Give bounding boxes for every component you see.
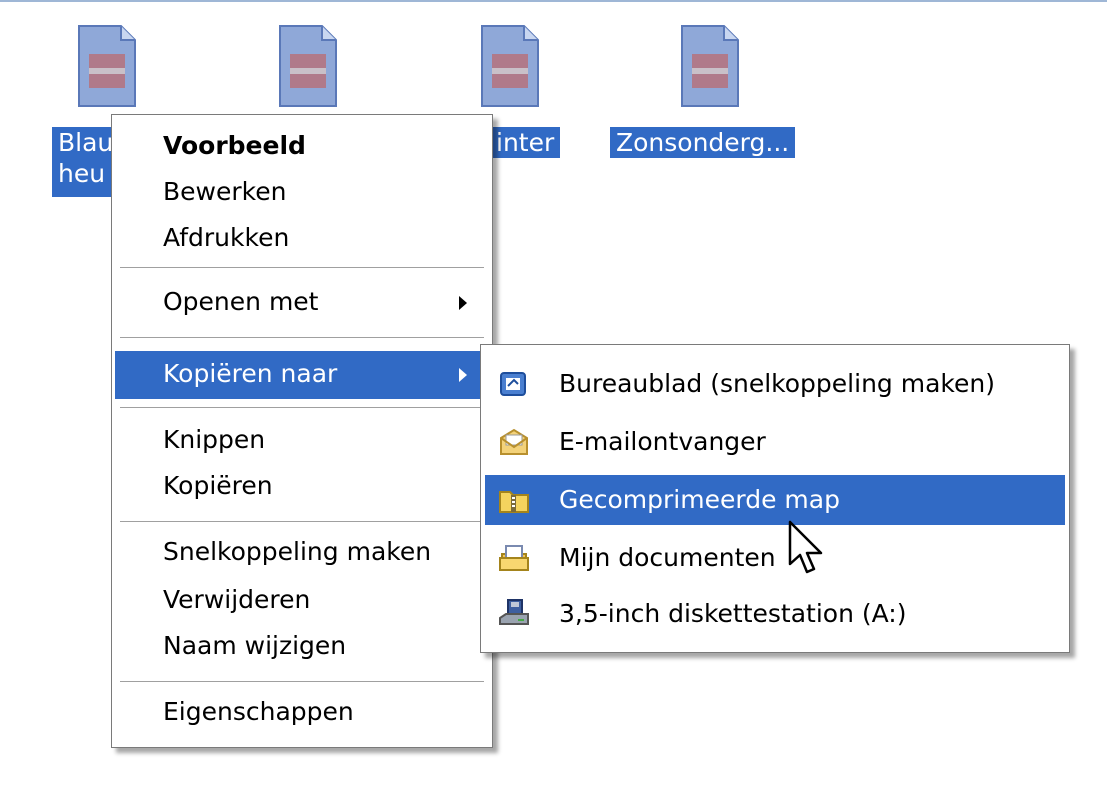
image-file-icon xyxy=(681,25,739,107)
menu-separator xyxy=(120,407,484,409)
desktop-shortcut-icon xyxy=(498,368,530,400)
submenu-item-label: E-mailontvanger xyxy=(559,427,766,456)
menu-item-verwijderen[interactable]: Verwijderen xyxy=(115,583,489,625)
context-menu: Voorbeeld Bewerken Afdrukken Openen met … xyxy=(111,114,493,748)
menu-separator xyxy=(120,681,484,683)
mail-envelope-icon xyxy=(498,426,530,458)
menu-separator xyxy=(120,337,484,339)
submenu-item-diskettestation[interactable]: 3,5-inch diskettestation (A:) xyxy=(485,589,1065,639)
menu-item-label: Bewerken xyxy=(163,177,287,206)
image-file-icon xyxy=(481,25,539,107)
file-icon-2[interactable] xyxy=(276,24,340,110)
zip-folder-icon xyxy=(498,484,530,516)
submenu-item-label: Gecomprimeerde map xyxy=(559,485,840,514)
menu-item-label: Afdrukken xyxy=(163,223,290,252)
file-label-line2: heu xyxy=(58,159,106,188)
menu-item-voorbeeld[interactable]: Voorbeeld xyxy=(115,129,489,171)
menu-item-snelkoppeling-maken[interactable]: Snelkoppeling maken xyxy=(115,535,489,577)
submenu-arrow-icon xyxy=(459,368,467,382)
floppy-drive-icon xyxy=(498,598,530,630)
file-icon-zonsondergang[interactable] xyxy=(678,24,742,110)
image-file-icon xyxy=(78,25,136,107)
file-label-line1: Blau xyxy=(58,128,114,157)
send-to-submenu: Bureaublad (snelkoppeling maken) E-mailo… xyxy=(480,344,1070,653)
submenu-item-gecomprimeerde-map[interactable]: Gecomprimeerde map xyxy=(485,475,1065,525)
menu-item-label: Eigenschappen xyxy=(163,697,354,726)
submenu-item-label: 3,5-inch diskettestation (A:) xyxy=(559,599,907,628)
menu-item-openen-met[interactable]: Openen met xyxy=(115,279,489,327)
submenu-arrow-icon xyxy=(459,296,467,310)
menu-item-bewerken[interactable]: Bewerken xyxy=(115,175,489,217)
submenu-item-label: Bureaublad (snelkoppeling maken) xyxy=(559,369,995,398)
menu-item-label: Naam wijzigen xyxy=(163,631,347,660)
menu-item-kopieren[interactable]: Kopiëren xyxy=(115,469,489,511)
submenu-item-bureaublad[interactable]: Bureaublad (snelkoppeling maken) xyxy=(485,359,1065,409)
menu-item-kopieren-naar[interactable]: Kopiëren naar xyxy=(115,351,489,399)
menu-item-eigenschappen[interactable]: Eigenschappen xyxy=(115,695,489,737)
menu-item-label: Kopiëren naar xyxy=(163,359,338,388)
file-label-text: Zonsonderg... xyxy=(616,128,790,157)
submenu-item-mijn-documenten[interactable]: Mijn documenten xyxy=(485,533,1065,583)
file-icon-blauwe-heuvels[interactable] xyxy=(75,24,139,110)
menu-item-label: Knippen xyxy=(163,425,266,454)
menu-item-label: Snelkoppeling maken xyxy=(163,537,432,566)
file-label-text: inter xyxy=(496,128,555,157)
menu-item-knippen[interactable]: Knippen xyxy=(115,423,489,465)
menu-separator xyxy=(120,267,484,269)
file-icon-winter[interactable] xyxy=(478,24,542,110)
menu-item-afdrukken[interactable]: Afdrukken xyxy=(115,221,489,263)
file-label-winter[interactable]: inter xyxy=(490,127,561,158)
submenu-item-label: Mijn documenten xyxy=(559,543,776,572)
file-label-zonsondergang[interactable]: Zonsonderg... xyxy=(610,127,796,158)
menu-item-label: Verwijderen xyxy=(163,585,311,614)
menu-item-naam-wijzigen[interactable]: Naam wijzigen xyxy=(115,629,489,671)
menu-separator xyxy=(120,521,484,523)
menu-item-label: Kopiëren xyxy=(163,471,273,500)
menu-item-label: Voorbeeld xyxy=(163,131,306,160)
menu-item-label: Openen met xyxy=(163,287,319,316)
image-file-icon xyxy=(279,25,337,107)
my-documents-icon xyxy=(498,542,530,574)
mouse-cursor-icon xyxy=(787,520,827,580)
submenu-item-e-mailontvanger[interactable]: E-mailontvanger xyxy=(485,417,1065,467)
